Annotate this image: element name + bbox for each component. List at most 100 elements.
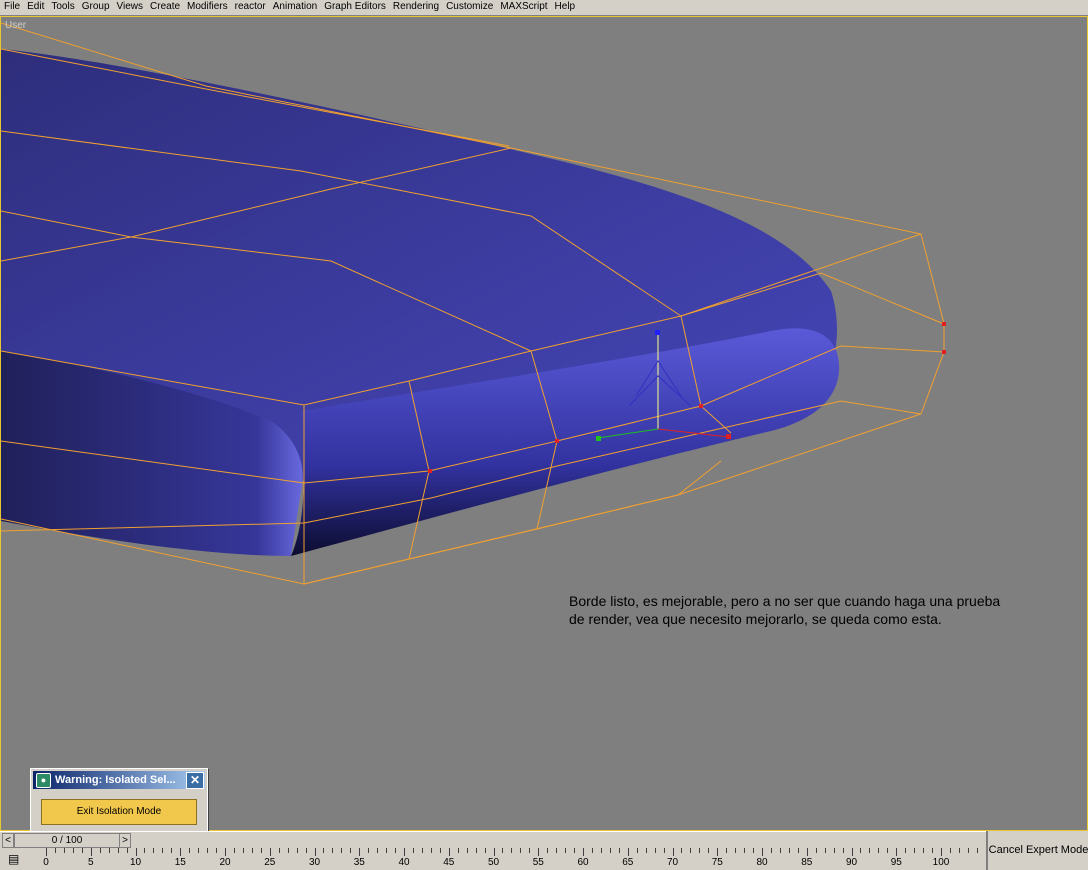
menu-file[interactable]: File: [1, 0, 23, 14]
ruler-tick: [207, 848, 209, 853]
next-frame-button[interactable]: >: [119, 833, 131, 848]
ruler-tick: [770, 848, 772, 853]
ruler-tick: [583, 848, 584, 856]
menu-edit[interactable]: Edit: [24, 0, 47, 14]
ruler-label: 20: [219, 857, 231, 868]
menu-maxscript[interactable]: MAXScript: [497, 0, 550, 14]
ruler-tick: [538, 848, 540, 856]
menu-animation[interactable]: Animation: [270, 0, 320, 14]
prev-frame-button[interactable]: <: [2, 833, 14, 848]
viewport-user[interactable]: User Borde listo, es mejorable, pero a n…: [0, 16, 1088, 831]
ruler-label: 0: [43, 857, 49, 868]
menu-reactor[interactable]: reactor: [232, 0, 269, 14]
ruler-tick: [967, 848, 969, 853]
ruler-tick: [278, 848, 280, 853]
ruler-tick: [699, 848, 701, 853]
menu-modifiers[interactable]: Modifiers: [184, 0, 231, 14]
timeline-ruler[interactable]: ▤ 0 5 10 15 20 25 30 35 40 45 50 55 60 65 70 75 80 85 90 95…: [0, 848, 986, 870]
ruler-tick: [457, 848, 459, 853]
ruler-tick: [90, 848, 92, 856]
ruler-tick: [180, 848, 182, 856]
menu-graph-editors[interactable]: Graph Editors: [321, 0, 389, 14]
ruler-tick: [645, 848, 647, 853]
ruler-tick: [574, 848, 576, 853]
ruler-tick: [404, 848, 405, 856]
menu-rendering[interactable]: Rendering: [390, 0, 442, 14]
ruler-tick: [54, 848, 56, 853]
ruler-tick: [126, 848, 128, 853]
ruler-tick: [833, 848, 835, 853]
ruler-tick: [654, 848, 656, 853]
cancel-expert-mode-button[interactable]: Cancel Expert Mode: [987, 831, 1088, 870]
ruler-tick: [171, 848, 173, 853]
app-icon: ●: [36, 773, 51, 788]
exit-isolation-button[interactable]: Exit Isolation Mode: [41, 799, 197, 825]
ruler-tick: [717, 848, 719, 856]
ruler-label: 25: [264, 857, 276, 868]
ruler-tick: [708, 848, 710, 853]
ruler-tick: [63, 848, 65, 853]
ruler-tick: [797, 848, 799, 853]
ruler-tick: [296, 848, 298, 853]
ruler-tick: [189, 848, 191, 853]
ruler-tick: [529, 848, 531, 853]
menu-help[interactable]: Help: [552, 0, 579, 14]
ruler-tick: [726, 848, 728, 853]
menu-customize[interactable]: Customize: [443, 0, 496, 14]
ruler-tick: [242, 848, 244, 853]
ruler-tick: [744, 848, 746, 853]
menu-create[interactable]: Create: [147, 0, 183, 14]
ruler-tick: [556, 848, 558, 853]
ruler-tick: [636, 848, 638, 853]
menu-tools[interactable]: Tools: [48, 0, 77, 14]
ruler-tick: [99, 848, 101, 853]
menu-bar: File Edit Tools Group Views Create Modifiers re…: [0, 0, 1088, 16]
ruler-tick: [108, 848, 110, 853]
menu-views[interactable]: Views: [114, 0, 147, 14]
ruler-tick: [681, 848, 683, 853]
ruler-tick: [824, 848, 826, 853]
ruler-tick: [860, 848, 862, 853]
ruler-tick: [690, 848, 692, 853]
dialog-titlebar[interactable]: ● Warning: Isolated Sel... ✕: [33, 771, 205, 789]
track-bar-icon[interactable]: ▤: [8, 852, 24, 866]
ruler-tick: [341, 848, 343, 853]
ruler-tick: [153, 848, 155, 853]
ruler-tick: [46, 848, 47, 856]
ruler-label: 100: [932, 857, 950, 868]
ruler-tick: [949, 848, 951, 853]
ruler-tick: [493, 848, 495, 856]
ruler-tick: [162, 848, 164, 853]
ruler-tick: [198, 848, 200, 853]
ruler-tick: [896, 848, 898, 856]
dialog-title: Warning: Isolated Sel...: [55, 774, 176, 786]
ruler-label: 95: [890, 857, 902, 868]
ruler-tick: [878, 848, 880, 853]
time-slider-bar: < 0 / 100 >: [0, 831, 986, 848]
ruler-tick: [323, 848, 325, 853]
ruler-tick: [842, 848, 844, 853]
ruler-tick: [287, 848, 289, 853]
close-icon[interactable]: ✕: [186, 772, 204, 789]
ruler-label: 30: [308, 857, 321, 868]
ruler-tick: [788, 848, 790, 853]
ruler-tick: [377, 848, 379, 853]
ruler-tick: [216, 848, 218, 853]
ruler-tick: [618, 848, 620, 853]
ruler-tick: [144, 848, 146, 853]
ruler-label: 5: [87, 857, 94, 868]
ruler-label: 15: [174, 857, 186, 868]
ruler-tick: [305, 848, 307, 853]
ruler-label: 50: [487, 857, 500, 868]
ruler-tick: [332, 848, 334, 853]
mesh-scene[interactable]: [1, 17, 1087, 830]
ruler-tick: [368, 848, 370, 853]
ruler-tick: [600, 848, 602, 853]
menu-group[interactable]: Group: [79, 0, 113, 14]
time-slider[interactable]: 0 / 100: [14, 833, 120, 848]
ruler-label: 90: [845, 857, 858, 868]
ruler-tick: [627, 848, 629, 856]
ruler-tick: [851, 848, 853, 856]
ruler-label: 55: [532, 857, 544, 868]
viewport-label[interactable]: User: [5, 20, 26, 31]
